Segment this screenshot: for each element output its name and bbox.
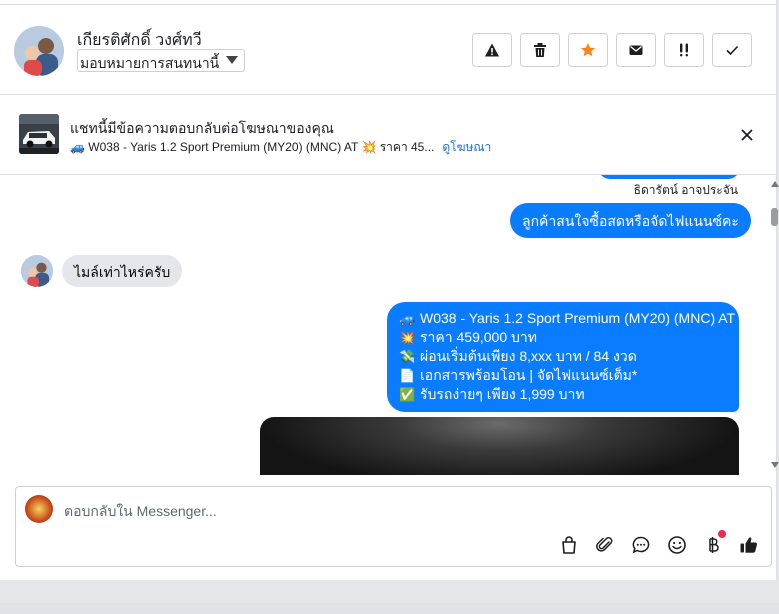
document-emoji-icon: 📄 — [399, 368, 416, 383]
conversation-panel: เกียรติศักดิ์ วงศ์ทวี มอบหมายการสนทนานี้… — [0, 0, 779, 580]
os-taskbar — [0, 603, 779, 614]
emoji-button[interactable] — [666, 534, 688, 556]
ad-reply-title: แชทนี้มีข้อความตอบกลับต่อโฆษณาของคุณ — [70, 120, 334, 136]
header-divider — [0, 94, 777, 95]
top-divider — [0, 4, 777, 5]
spam-button[interactable] — [472, 33, 512, 67]
view-ad-link[interactable]: ดูโฆษณา — [442, 140, 491, 154]
trash-icon — [534, 43, 546, 57]
shopping-bag-button[interactable] — [558, 534, 580, 556]
like-button[interactable] — [738, 534, 760, 556]
incoming-message[interactable]: ไมล์เท่าไหร่ครับ — [62, 255, 183, 287]
follow-up-button[interactable] — [664, 33, 704, 67]
scroll-down-arrow-icon[interactable] — [771, 462, 779, 468]
notification-dot — [718, 530, 726, 538]
close-icon[interactable] — [738, 126, 756, 144]
saved-replies-button[interactable] — [630, 534, 652, 556]
previous-message-bubble — [598, 175, 740, 179]
page-avatar — [25, 495, 53, 523]
check-mark-emoji-icon: ✅ — [399, 387, 416, 402]
mark-unread-button[interactable] — [616, 33, 656, 67]
attach-button[interactable] — [594, 534, 616, 556]
star-icon — [581, 43, 595, 57]
message-line: 📄 เอกสารพร้อมโอน | จัดไฟแนนซ์เต็ม* — [399, 367, 638, 383]
assign-label: มอบหมายการสนทนานี้ — [80, 55, 220, 71]
ad-subtitle-text: 🚙 W038 - Yaris 1.2 Sport Premium (MY20) … — [70, 140, 435, 154]
collision-emoji-icon: 💥 — [399, 330, 416, 345]
sender-name: ธิดารัตน์ อาจประจัน — [633, 183, 738, 197]
message-line: ✅ รับรถง่ายๆ เพียง 1,999 บาท — [399, 386, 585, 402]
contact-avatar[interactable] — [14, 26, 64, 76]
warning-icon — [485, 43, 499, 57]
ad-reply-subtitle: 🚙 W038 - Yaris 1.2 Sport Premium (MY20) … — [70, 138, 491, 157]
outgoing-message[interactable]: ลูกค้าสนใจซื้อสดหรือจัดไฟแนนซ์คะ — [510, 203, 751, 238]
avatar-photo-small — [21, 255, 53, 287]
paperclip-icon — [596, 537, 613, 552]
emoji-icon — [668, 536, 686, 554]
message-line: 💸 ผ่อนเริ่มต้นเพียง 8,xxx บาท / 84 งวด — [399, 348, 637, 364]
outgoing-ad-message[interactable]: 🚙 W038 - Yaris 1.2 Sport Premium (MY20) (… — [387, 302, 739, 412]
contact-avatar-small — [21, 255, 53, 287]
envelope-icon — [629, 45, 643, 55]
mark-done-button[interactable] — [712, 33, 752, 67]
message-line: 🚙 W038 - Yaris 1.2 Sport Premium (MY20) (… — [399, 310, 736, 326]
baht-payment-icon — [709, 537, 719, 553]
message-line: 💥 ราคา 459,000 บาท — [399, 329, 537, 345]
caret-down-icon — [226, 56, 238, 64]
shopping-bag-icon — [562, 536, 576, 554]
scrollbar-thumb[interactable] — [771, 208, 778, 226]
avatar-photo — [14, 26, 64, 76]
check-icon — [726, 45, 739, 56]
assign-conversation-dropdown[interactable]: มอบหมายการสนทนานี้ — [77, 49, 245, 72]
reply-input[interactable] — [64, 501, 664, 521]
car-thumbnail-image — [19, 114, 59, 154]
delete-button[interactable] — [520, 33, 560, 67]
money-wings-emoji-icon: 💸 — [399, 349, 416, 364]
message-list[interactable]: ธิดารัตน์ อาจประจัน ลูกค้าสนใจซื้อสดหรือ… — [0, 175, 768, 475]
star-button[interactable] — [568, 33, 608, 67]
attached-photo[interactable] — [260, 417, 739, 475]
reply-composer — [15, 486, 772, 567]
car-emoji-icon: 🚙 — [399, 311, 416, 326]
saved-replies-icon — [632, 536, 650, 554]
thumbs-up-icon — [740, 537, 758, 553]
scroll-up-arrow-icon[interactable] — [771, 181, 779, 187]
double-exclamation-icon — [680, 43, 688, 57]
ad-thumbnail[interactable] — [19, 114, 59, 154]
